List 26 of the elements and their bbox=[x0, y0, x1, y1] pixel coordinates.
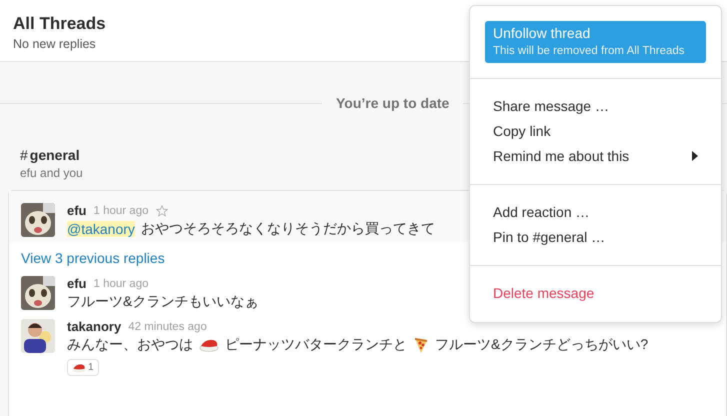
page-subtitle: No new replies bbox=[13, 37, 96, 51]
menu-item[interactable]: Remind me about this bbox=[485, 144, 706, 169]
user-mention[interactable]: @takanory bbox=[67, 221, 135, 237]
message-text: フルーツ&クランチもいいなぁ bbox=[67, 293, 258, 311]
divider-label: You’re up to date bbox=[336, 95, 450, 111]
author-name[interactable]: efu bbox=[67, 276, 86, 291]
sushi-icon bbox=[72, 362, 86, 372]
author-name[interactable]: takanory bbox=[67, 319, 122, 334]
pizza-icon bbox=[413, 336, 429, 354]
submenu-arrow-icon bbox=[692, 151, 698, 161]
sushi-icon bbox=[199, 338, 219, 352]
view-replies-link[interactable]: View 3 previous replies bbox=[21, 250, 165, 266]
page-title: All Threads bbox=[13, 14, 106, 34]
menu-item[interactable]: Add reaction … bbox=[485, 200, 706, 225]
channel-members: efu and you bbox=[20, 166, 84, 180]
menu-item[interactable]: Copy link bbox=[485, 119, 706, 144]
reaction-button[interactable]: 1 bbox=[67, 359, 99, 376]
star-icon[interactable] bbox=[156, 204, 168, 216]
message-text: おやつそろそろなくなりそうだから買ってきて bbox=[140, 220, 435, 238]
message-text: ピーナッツバタークランチと bbox=[225, 336, 407, 354]
author-name[interactable]: efu bbox=[67, 203, 86, 218]
message-text: フルーツ&クランチどっちがいい? bbox=[435, 336, 648, 354]
menu-item[interactable]: Pin to #general … bbox=[485, 225, 706, 250]
menu-item[interactable]: Delete message bbox=[485, 281, 706, 306]
menu-item[interactable]: Share message … bbox=[485, 94, 706, 119]
message-text: みんなー、おやつは bbox=[67, 336, 193, 354]
